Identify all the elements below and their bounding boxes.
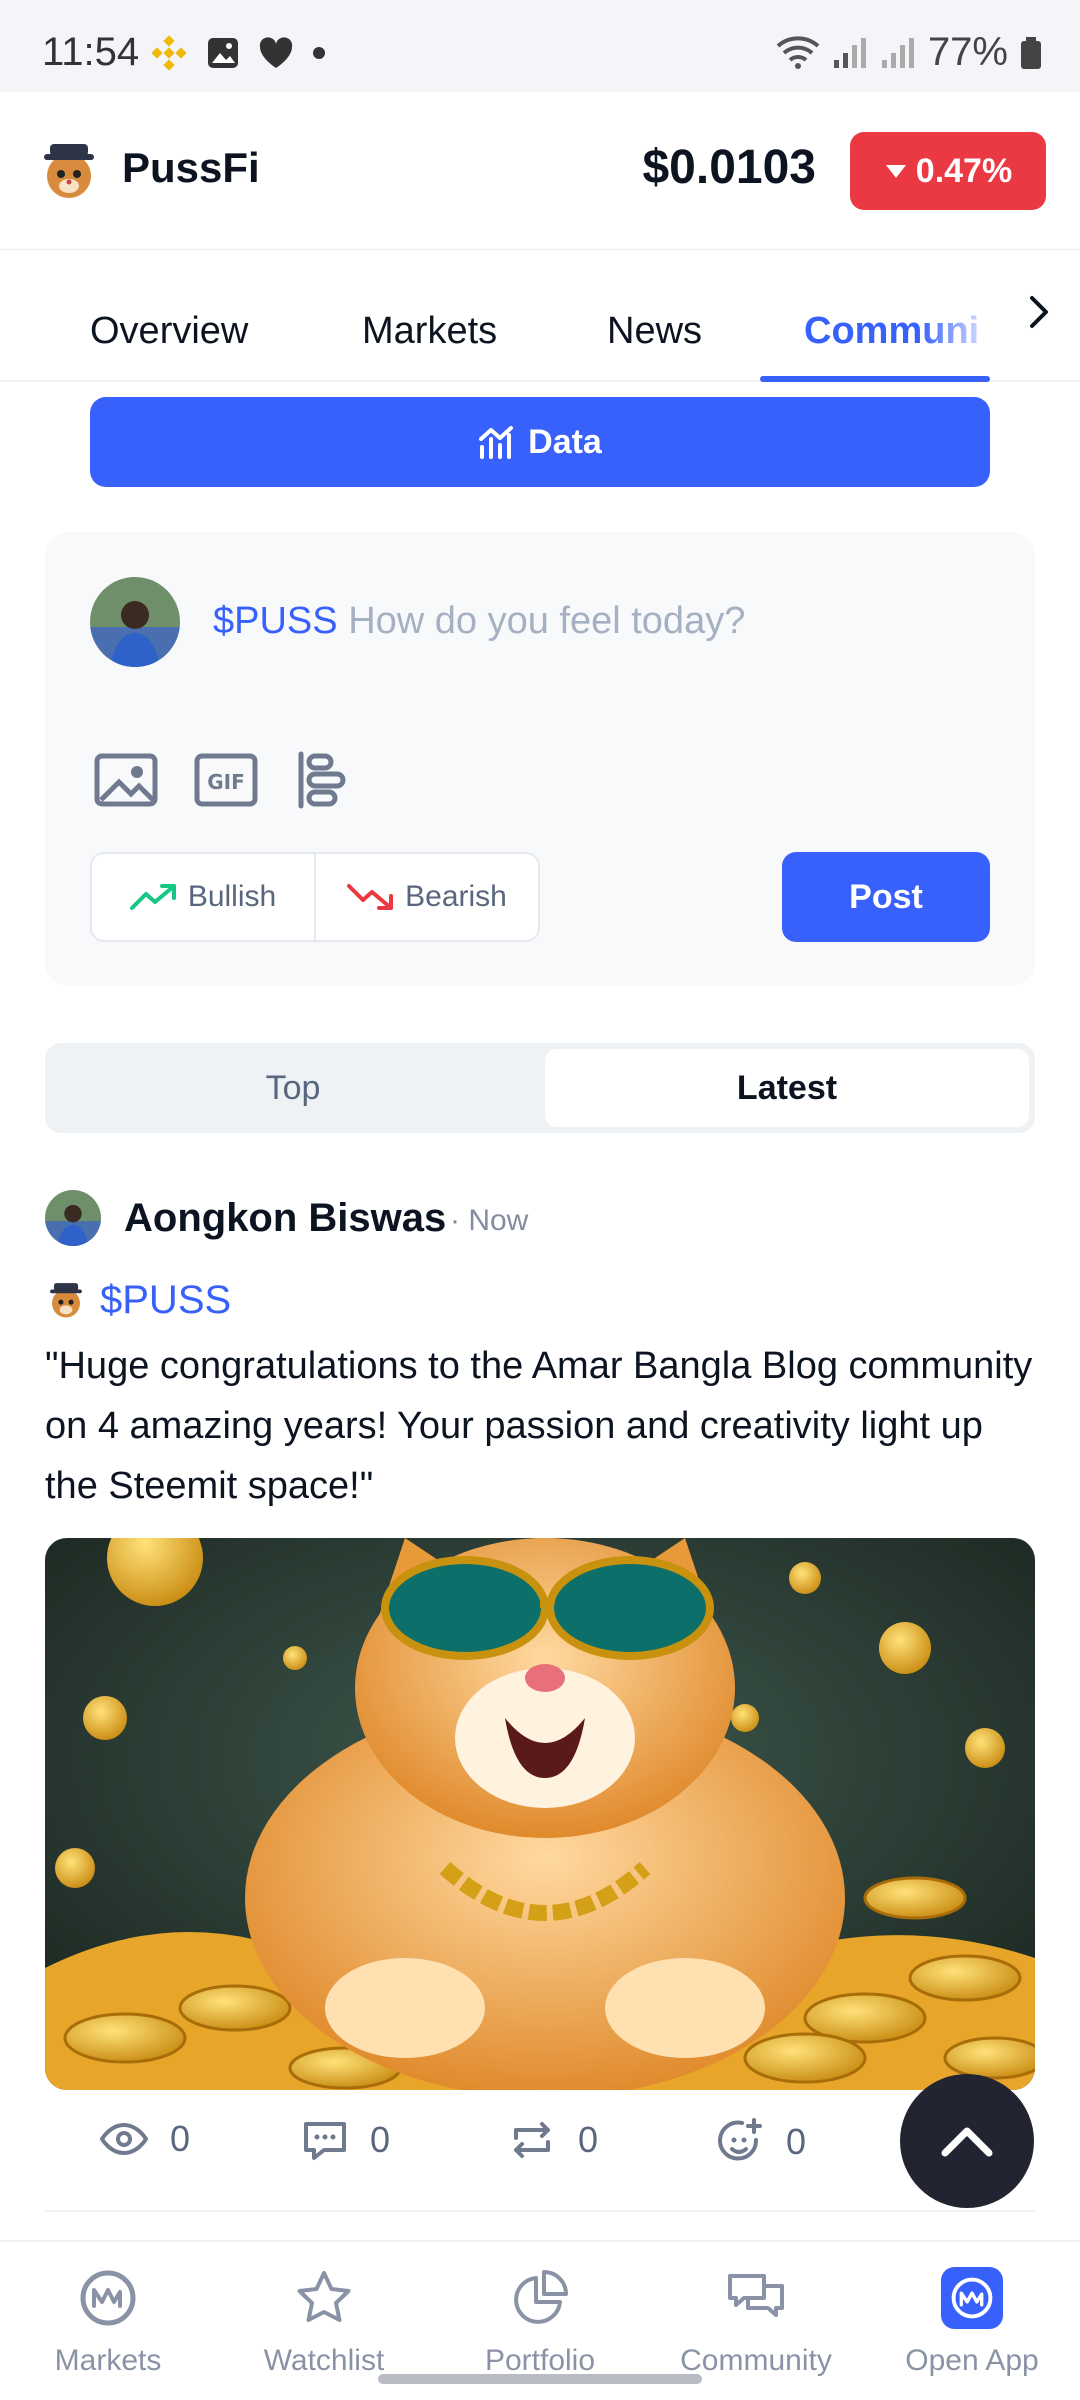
bullish-label: Bullish [187,880,277,913]
gif-icon[interactable]: GIF [193,750,259,810]
tab-overview[interactable]: Overview [90,310,248,353]
tab-markets[interactable]: Markets [362,310,497,353]
binance-icon [151,35,187,71]
post-author-avatar[interactable] [45,1190,101,1246]
reactions-count: 0 [786,2121,807,2162]
tab-fade [920,290,1000,370]
tab-latest[interactable]: Latest [545,1049,1029,1127]
caret-down-icon [885,165,906,178]
repost-icon [514,2122,550,2158]
bullish-button[interactable]: Bullish [92,854,314,940]
nav-community[interactable]: Community [648,2266,864,2378]
status-time: 11:54 [42,30,140,74]
svg-text:GIF: GIF [207,770,245,794]
nav-open-app[interactable]: Open App [864,2266,1080,2378]
post-composer: $PUSS How do you feel today? GIF Bullish… [45,532,1035,986]
reposts-count: 0 [578,2119,599,2160]
heart-icon [259,37,293,68]
markets-icon [76,2266,140,2330]
pussfi-logo-icon [50,1283,82,1318]
trend-down-icon [347,884,394,910]
views-count: 0 [170,2118,191,2159]
star-icon [292,2266,356,2330]
comment-icon [304,2122,346,2160]
nav-markets-label: Markets [54,2344,162,2377]
coin-price: $0.0103 [642,141,816,194]
coin-header: PussFi $0.0103 0.47% [0,92,1080,250]
post-image[interactable] [45,1538,1035,2090]
image-icon[interactable] [93,750,159,810]
post-author-name[interactable]: Aongkon Biswas [124,1196,446,1241]
comments-stat[interactable]: 0 [302,2118,390,2162]
composer-tools: GIF [93,750,359,810]
dot-icon [313,47,325,59]
nav-portfolio-label: Portfolio [484,2344,596,2377]
tab-top[interactable]: Top [51,1049,535,1127]
active-tab-indicator [760,376,990,382]
nav-watchlist-label: Watchlist [263,2344,385,2377]
feed-sort-toggle: Top Latest [45,1043,1035,1133]
status-right: 77% [776,30,1042,75]
comments-count: 0 [370,2119,391,2160]
nav-community-label: Community [680,2344,832,2377]
signal-2-icon [881,37,914,68]
data-button-label: Data [528,422,602,461]
open-app-icon [940,2266,1004,2330]
battery-percent: 77% [927,30,1008,74]
wifi-icon [776,35,820,69]
data-button[interactable]: Data [90,397,990,487]
post-timestamp: · Now [450,1204,529,1237]
chevron-up-icon [941,2127,993,2157]
trend-up-icon [129,884,176,910]
gallery-icon [208,38,238,68]
signal-icon [833,37,866,68]
home-indicator[interactable] [378,2374,702,2384]
coin-name: PussFi [122,144,260,191]
sentiment-selector: Bullish Bearish [90,852,540,942]
chevron-right-icon[interactable] [1022,292,1056,332]
user-avatar [90,577,180,667]
post-divider [45,2210,1035,2212]
nav-markets[interactable]: Markets [0,2266,216,2378]
views-stat: 0 [100,2118,190,2160]
post-button[interactable]: Post [782,852,990,942]
chart-icon [479,426,514,459]
add-reaction-icon [718,2118,762,2161]
composer-input[interactable]: $PUSS How do you feel today? [213,600,745,643]
bearish-button[interactable]: Bearish [314,854,538,940]
pussfi-logo-icon [44,144,94,198]
battery-icon [1021,36,1041,69]
chat-bubbles-icon [724,2266,788,2330]
bearish-label: Bearish [405,880,507,913]
post-stats: 0 0 0 0 [100,2118,900,2178]
reposts-stat[interactable]: 0 [508,2118,598,2162]
reactions-stat[interactable]: 0 [716,2118,806,2166]
price-change-value: 0.47% [915,151,1013,190]
status-bar: 11:54 77% [0,0,1080,92]
composer-tag: $PUSS [213,600,338,642]
post-body: "Huge congratulations to the Amar Bangla… [45,1345,1033,1507]
eye-icon [100,2122,148,2156]
nav-open-app-label: Open App [905,2344,1039,2377]
notification-icons [150,34,326,72]
coin-tabs: Overview Markets News Communi [0,250,1080,382]
nav-portfolio[interactable]: Portfolio [432,2266,648,2378]
scroll-to-top-button[interactable] [900,2074,1034,2208]
price-change-badge: 0.47% [850,132,1046,210]
tab-news[interactable]: News [607,310,702,353]
composer-placeholder: How do you feel today? [348,600,746,642]
post-coin-tag[interactable]: $PUSS [100,1278,231,1323]
poll-icon[interactable] [293,750,359,810]
pie-chart-icon [508,2266,572,2330]
nav-watchlist[interactable]: Watchlist [216,2266,432,2378]
